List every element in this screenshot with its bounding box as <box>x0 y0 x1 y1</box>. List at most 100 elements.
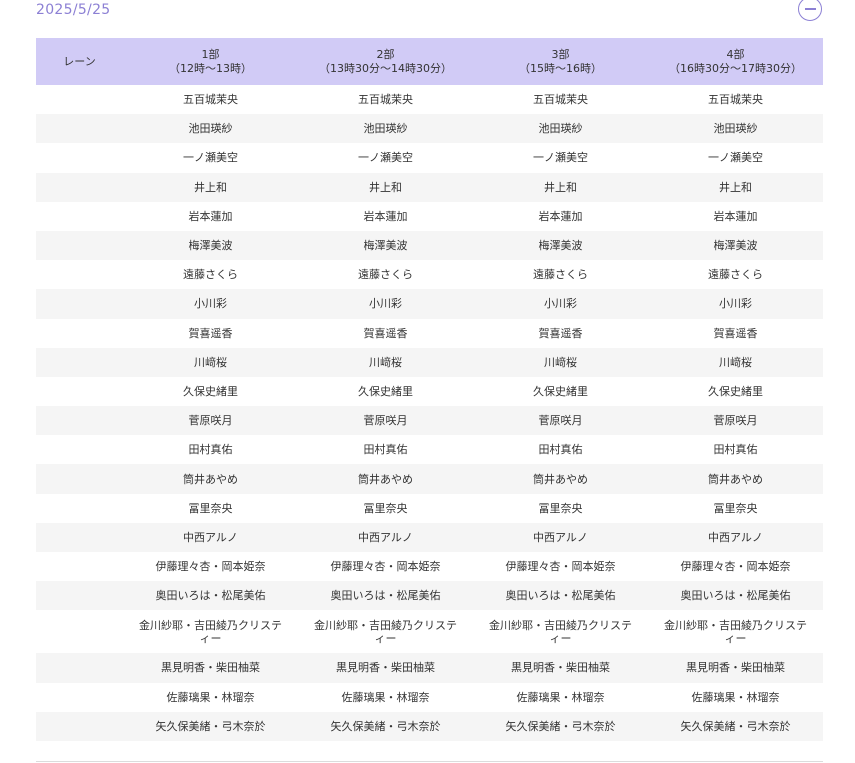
member-name: 菅原咲月 <box>363 414 408 428</box>
member-name: 遠藤さくら <box>183 268 238 282</box>
table-row: 矢久保美緒・弓木奈於 矢久保美緒・弓木奈於 矢久保美緒・弓木奈於 矢久保美緒・弓木奈於 <box>36 711 823 741</box>
header-row: レーン 1部 （12時～13時） 2部 （13時30分～14時30分） 3部 （… <box>36 38 823 85</box>
member-cell: 賀喜遥香 <box>123 319 298 348</box>
part-name: 3部 <box>551 47 570 61</box>
member-name: 佐藤璃果・林瑠奈 <box>166 690 255 704</box>
member-cell: 矢久保美緒・弓木奈於 <box>298 711 473 741</box>
member-name: 奥田いろは・松尾美佑 <box>505 589 616 603</box>
member-name: 遠藤さくら <box>358 268 413 282</box>
member-cell: 一ノ瀬美空 <box>648 143 823 172</box>
member-name: 矢久保美緒・弓木奈於 <box>155 719 266 733</box>
part-name: 2部 <box>376 47 395 61</box>
member-name: 中西アルノ <box>708 530 763 544</box>
member-cell: 中西アルノ <box>648 522 823 552</box>
member-name: 伊藤理々杏・岡本姫奈 <box>155 560 266 574</box>
member-cell: 黒見明香・柴田柚菜 <box>298 653 473 683</box>
member-cell: 金川紗耶・吉田綾乃クリスティー <box>298 610 473 653</box>
member-name: 梅澤美波 <box>188 239 233 253</box>
collapse-toggle-button[interactable] <box>798 0 822 21</box>
member-cell: 金川紗耶・吉田綾乃クリスティー <box>473 610 648 653</box>
member-cell: 小川彩 <box>648 289 823 319</box>
member-name: 井上和 <box>194 180 227 194</box>
table-body: 五百城茉央 五百城茉央 五百城茉央 五百城茉央 池田瑛紗 池田瑛紗 池田瑛紗 池田瑛紗 一ノ瀬美… <box>36 85 823 741</box>
member-cell: 岩本蓮加 <box>648 202 823 231</box>
member-name: 久保史緒里 <box>183 384 238 398</box>
member-name: 黒見明香・柴田柚菜 <box>511 661 610 675</box>
member-name: 岩本蓮加 <box>713 209 758 223</box>
member-name: 金川紗耶・吉田綾乃クリスティー <box>664 618 807 645</box>
part-time: （12時～13時） <box>169 61 252 75</box>
member-name: 川﨑桜 <box>544 355 577 369</box>
member-name: 岩本蓮加 <box>363 209 408 223</box>
table-row: 中西アルノ 中西アルノ 中西アルノ 中西アルノ <box>36 522 823 552</box>
lane-cell <box>36 377 123 406</box>
member-name: 梅澤美波 <box>538 239 583 253</box>
lane-cell <box>36 289 123 319</box>
member-name: 中西アルノ <box>358 530 413 544</box>
member-name: 一ノ瀬美空 <box>708 151 763 165</box>
member-cell: 菅原咲月 <box>473 406 648 436</box>
member-name: 五百城茉央 <box>358 93 413 107</box>
member-cell: 田村真佑 <box>473 435 648 464</box>
part-name: 1部 <box>201 47 220 61</box>
lane-cell <box>36 610 123 653</box>
member-name: 賀喜遥香 <box>188 326 233 340</box>
table-row: 池田瑛紗 池田瑛紗 池田瑛紗 池田瑛紗 <box>36 114 823 144</box>
member-cell: 田村真佑 <box>648 435 823 464</box>
lane-cell <box>36 172 123 202</box>
table-row: 奥田いろは・松尾美佑 奥田いろは・松尾美佑 奥田いろは・松尾美佑 奥田いろは・松尾美佑 <box>36 581 823 611</box>
member-cell: 中西アルノ <box>123 522 298 552</box>
part-3-header: 3部 （15時～16時） <box>473 38 648 85</box>
member-cell: 冨里奈央 <box>473 494 648 523</box>
member-name: 五百城茉央 <box>533 93 588 107</box>
member-cell: 奥田いろは・松尾美佑 <box>298 581 473 611</box>
member-cell: 池田瑛紗 <box>123 114 298 144</box>
member-cell: 賀喜遥香 <box>648 319 823 348</box>
lane-cell <box>36 494 123 523</box>
member-cell: 筒井あやめ <box>123 464 298 494</box>
member-name: 賀喜遥香 <box>363 326 408 340</box>
member-name: 一ノ瀬美空 <box>358 151 413 165</box>
member-name: 冨里奈央 <box>713 501 758 515</box>
lane-column-header: レーン <box>36 38 123 85</box>
member-cell: 佐藤璃果・林瑠奈 <box>648 683 823 712</box>
member-name: 筒井あやめ <box>358 472 413 486</box>
member-cell: 冨里奈央 <box>123 494 298 523</box>
member-cell: 伊藤理々杏・岡本姫奈 <box>648 552 823 581</box>
member-cell: 奥田いろは・松尾美佑 <box>123 581 298 611</box>
member-cell: 井上和 <box>123 172 298 202</box>
table-row: 一ノ瀬美空 一ノ瀬美空 一ノ瀬美空 一ノ瀬美空 <box>36 143 823 172</box>
member-name: 佐藤璃果・林瑠奈 <box>341 690 430 704</box>
member-name: 遠藤さくら <box>708 268 763 282</box>
member-name: 菅原咲月 <box>538 414 583 428</box>
member-cell: 岩本蓮加 <box>123 202 298 231</box>
member-name: 冨里奈央 <box>538 501 583 515</box>
member-name: 小川彩 <box>194 297 227 311</box>
member-name: 筒井あやめ <box>708 472 763 486</box>
lane-cell <box>36 260 123 289</box>
member-cell: 遠藤さくら <box>648 260 823 289</box>
member-name: 遠藤さくら <box>533 268 588 282</box>
member-name: 井上和 <box>369 180 402 194</box>
lane-cell <box>36 230 123 261</box>
table-row: 久保史緒里 久保史緒里 久保史緒里 久保史緒里 <box>36 377 823 406</box>
member-name: 五百城茉央 <box>708 93 763 107</box>
member-cell: 池田瑛紗 <box>298 114 473 144</box>
member-name: 井上和 <box>719 180 752 194</box>
part-1-header: 1部 （12時～13時） <box>123 38 298 85</box>
member-cell: 井上和 <box>648 172 823 202</box>
member-name: 小川彩 <box>369 297 402 311</box>
member-cell: 久保史緒里 <box>648 377 823 406</box>
member-name: 池田瑛紗 <box>538 122 583 136</box>
member-cell: 久保史緒里 <box>473 377 648 406</box>
member-name: 伊藤理々杏・岡本姫奈 <box>330 560 441 574</box>
member-cell: 五百城茉央 <box>298 85 473 114</box>
member-cell: 五百城茉央 <box>648 85 823 114</box>
lane-cell <box>36 319 123 348</box>
member-name: 一ノ瀬美空 <box>533 151 588 165</box>
member-cell: 小川彩 <box>298 289 473 319</box>
member-cell: 中西アルノ <box>298 522 473 552</box>
member-name: 田村真佑 <box>713 443 758 457</box>
table-row: 佐藤璃果・林瑠奈 佐藤璃果・林瑠奈 佐藤璃果・林瑠奈 佐藤璃果・林瑠奈 <box>36 683 823 712</box>
member-name: 一ノ瀬美空 <box>183 151 238 165</box>
